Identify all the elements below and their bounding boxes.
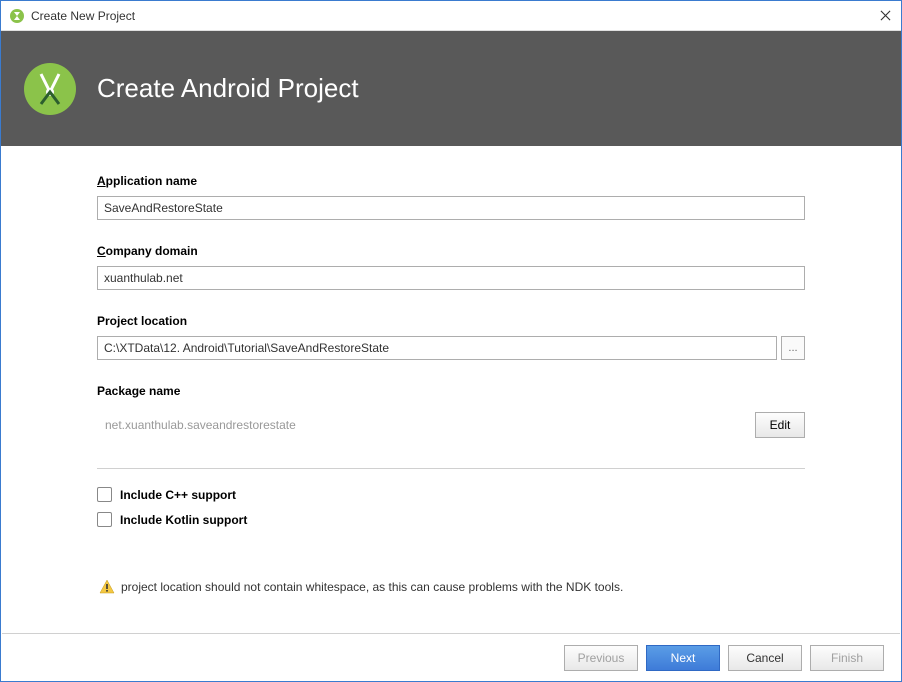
cancel-button[interactable]: Cancel [728,645,802,671]
app-icon [9,8,25,24]
edit-package-button[interactable]: Edit [755,412,805,438]
app-name-field-group: Application name [97,174,805,220]
app-name-label: Application name [97,174,805,188]
wizard-footer: Previous Next Cancel Finish [2,633,900,681]
wizard-title: Create Android Project [97,73,359,104]
package-name-field-group: Package name net.xuanthulab.saveandresto… [97,384,805,444]
company-domain-input[interactable] [97,266,805,290]
package-name-value: net.xuanthulab.saveandrestorestate [97,418,296,432]
app-name-input[interactable] [97,196,805,220]
previous-button[interactable]: Previous [564,645,638,671]
project-location-field-group: Project location ... [97,314,805,360]
finish-button[interactable]: Finish [810,645,884,671]
project-location-input[interactable] [97,336,777,360]
warning-text: project location should not contain whit… [121,580,623,594]
kotlin-support-checkbox-row[interactable]: Include Kotlin support [97,512,805,527]
wizard-header: Create Android Project [1,31,901,146]
cpp-support-label: Include C++ support [120,488,236,502]
kotlin-support-checkbox[interactable] [97,512,112,527]
warning-message: project location should not contain whit… [97,579,805,595]
warning-icon [99,579,115,595]
browse-location-button[interactable]: ... [781,336,805,360]
android-studio-icon [23,62,77,116]
window-title: Create New Project [31,9,877,23]
form-content: Application name Company domain Project … [1,146,901,595]
cpp-support-checkbox-row[interactable]: Include C++ support [97,487,805,502]
next-button[interactable]: Next [646,645,720,671]
project-location-label: Project location [97,314,805,328]
company-domain-field-group: Company domain [97,244,805,290]
kotlin-support-label: Include Kotlin support [120,513,247,527]
separator [97,468,805,469]
package-name-label: Package name [97,384,805,398]
titlebar: Create New Project [1,1,901,31]
company-domain-label: Company domain [97,244,805,258]
cpp-support-checkbox[interactable] [97,487,112,502]
close-button[interactable] [877,8,893,24]
